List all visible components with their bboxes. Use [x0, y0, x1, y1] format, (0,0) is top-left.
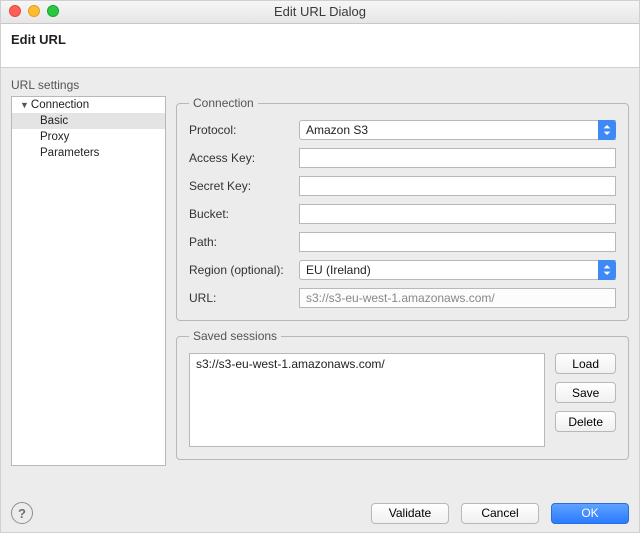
- tree-item-parameters[interactable]: Parameters: [12, 145, 165, 161]
- close-window-button[interactable]: [9, 5, 21, 17]
- delete-button[interactable]: Delete: [555, 411, 616, 432]
- bucket-field[interactable]: [299, 204, 616, 224]
- access-key-field[interactable]: [299, 148, 616, 168]
- region-value: EU (Ireland): [299, 260, 616, 280]
- path-field[interactable]: [299, 232, 616, 252]
- secret-key-field[interactable]: [299, 176, 616, 196]
- cancel-button[interactable]: Cancel: [461, 503, 539, 524]
- maximize-window-button[interactable]: [47, 5, 59, 17]
- saved-sessions-legend: Saved sessions: [189, 329, 281, 343]
- dropdown-arrows-icon: [598, 120, 616, 140]
- help-button[interactable]: ?: [11, 502, 33, 524]
- dropdown-arrows-icon: [598, 260, 616, 280]
- url-label: URL:: [189, 291, 299, 305]
- titlebar: Edit URL Dialog: [1, 1, 639, 24]
- region-label: Region (optional):: [189, 263, 299, 277]
- tree-item-label: Basic: [40, 115, 68, 127]
- edit-url-dialog: Edit URL Dialog Edit URL URL settings ▼C…: [0, 0, 640, 533]
- connection-legend: Connection: [189, 96, 258, 110]
- tree-item-label: Parameters: [40, 147, 99, 159]
- tree-item-label: Proxy: [40, 131, 69, 143]
- list-item[interactable]: s3://s3-eu-west-1.amazonaws.com/: [190, 354, 544, 374]
- disclosure-triangle-icon: ▼: [20, 100, 29, 110]
- left-panel-title: URL settings: [11, 78, 629, 92]
- window-title: Edit URL Dialog: [274, 4, 366, 19]
- settings-tree[interactable]: ▼Connection Basic Proxy Parameters: [11, 96, 166, 466]
- ok-button[interactable]: OK: [551, 503, 629, 524]
- bucket-label: Bucket:: [189, 207, 299, 221]
- connection-group: Connection Protocol: Amazon S3: [176, 96, 629, 321]
- saved-sessions-group: Saved sessions s3://s3-eu-west-1.amazona…: [176, 329, 629, 460]
- validate-button[interactable]: Validate: [371, 503, 449, 524]
- minimize-window-button[interactable]: [28, 5, 40, 17]
- protocol-value: Amazon S3: [299, 120, 616, 140]
- save-button[interactable]: Save: [555, 382, 616, 403]
- question-mark-icon: ?: [18, 506, 26, 521]
- path-label: Path:: [189, 235, 299, 249]
- saved-sessions-list[interactable]: s3://s3-eu-west-1.amazonaws.com/: [189, 353, 545, 447]
- access-key-label: Access Key:: [189, 151, 299, 165]
- protocol-select[interactable]: Amazon S3: [299, 120, 616, 140]
- url-field: [299, 288, 616, 308]
- tree-group-label: Connection: [31, 99, 89, 111]
- dialog-title: Edit URL: [11, 32, 66, 47]
- secret-key-label: Secret Key:: [189, 179, 299, 193]
- tree-group-connection[interactable]: ▼Connection: [12, 97, 165, 113]
- window-controls: [9, 5, 59, 17]
- tree-item-proxy[interactable]: Proxy: [12, 129, 165, 145]
- region-select[interactable]: EU (Ireland): [299, 260, 616, 280]
- tree-item-basic[interactable]: Basic: [12, 113, 165, 129]
- dialog-header: Edit URL: [1, 24, 639, 68]
- load-button[interactable]: Load: [555, 353, 616, 374]
- protocol-label: Protocol:: [189, 123, 299, 137]
